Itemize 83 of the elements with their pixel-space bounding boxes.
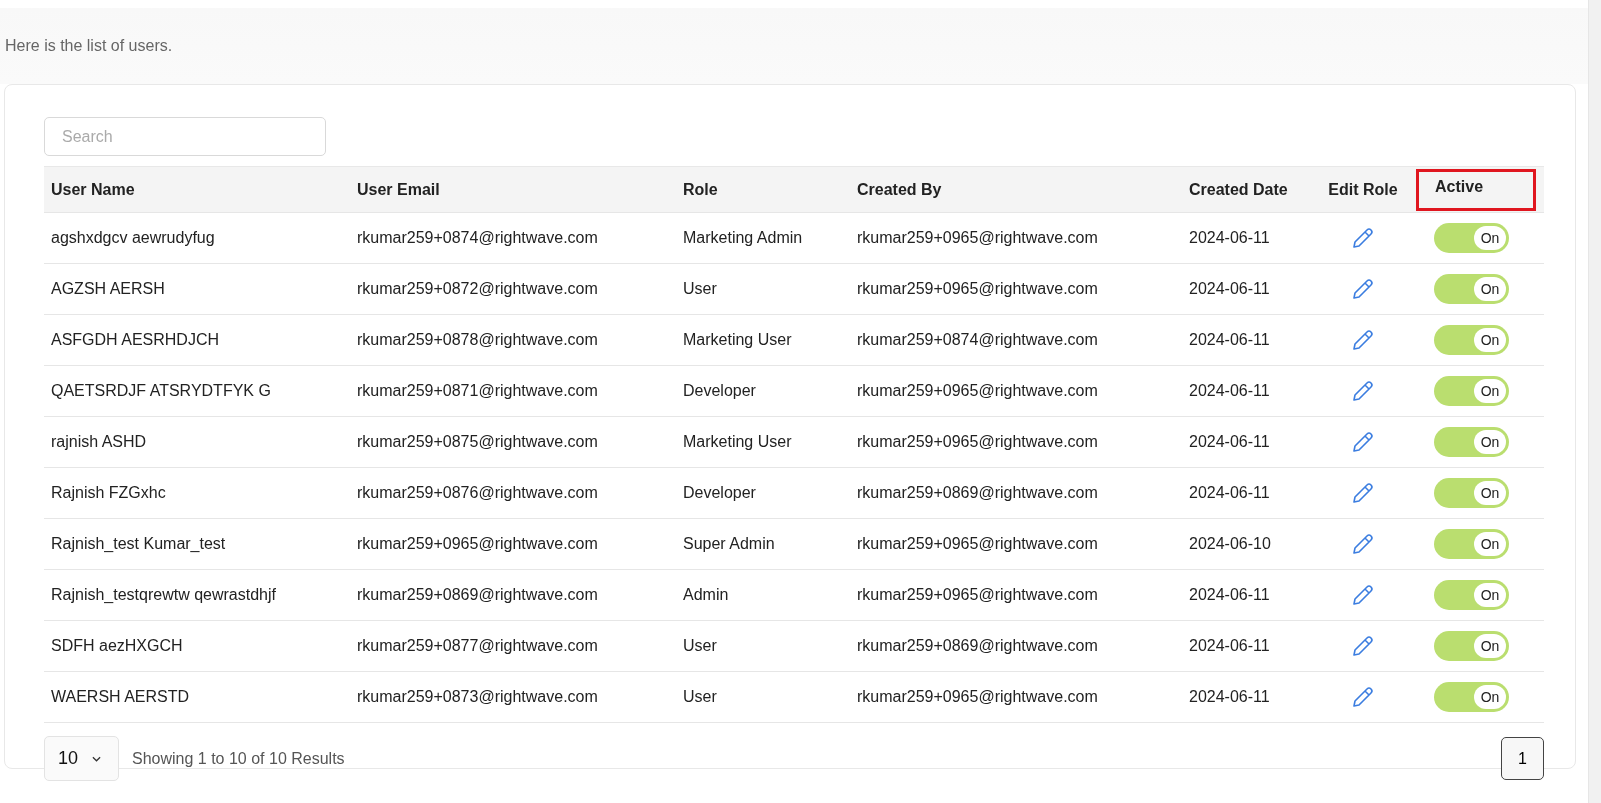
edit-icon[interactable] [1351, 481, 1375, 505]
table-cell: User [676, 263, 850, 315]
edit-icon[interactable] [1351, 634, 1375, 658]
table-cell: rajnish ASHD [44, 416, 350, 468]
active-toggle[interactable]: On [1434, 529, 1509, 559]
active-toggle[interactable]: On [1434, 682, 1509, 712]
column-header: Role [676, 166, 850, 213]
edit-icon[interactable] [1351, 379, 1375, 403]
table-cell: Rajnish_test Kumar_test [44, 518, 350, 570]
table-cell: 2024-06-11 [1182, 569, 1320, 621]
table-cell: rkumar259+0869@rightwave.com [850, 467, 1182, 519]
table-cell: Marketing Admin [676, 212, 850, 264]
column-header: User Email [350, 166, 676, 213]
column-header: User Name [44, 166, 350, 213]
intro-text: Here is the list of users. [5, 37, 173, 55]
table-cell: rkumar259+0874@rightwave.com [350, 212, 676, 264]
table-cell: 2024-06-11 [1182, 263, 1320, 315]
page-size-select[interactable]: 10 [44, 736, 119, 781]
table-cell: Developer [676, 467, 850, 519]
table-cell: rkumar259+0876@rightwave.com [350, 467, 676, 519]
edit-icon[interactable] [1351, 277, 1375, 301]
table-cell: User [676, 671, 850, 723]
table-cell: 2024-06-11 [1182, 467, 1320, 519]
table-cell: Rajnish FZGxhc [44, 467, 350, 519]
table-cell: agshxdgcv aewrudyfug [44, 212, 350, 264]
table-cell: AGZSH AERSH [44, 263, 350, 315]
table-cell: rkumar259+0869@rightwave.com [350, 569, 676, 621]
column-header: Created By [850, 166, 1182, 213]
edit-icon[interactable] [1351, 583, 1375, 607]
results-summary: Showing 1 to 10 of 10 Results [132, 749, 345, 768]
table-cell: rkumar259+0871@rightwave.com [350, 365, 676, 417]
chevron-down-icon [92, 755, 102, 762]
table-cell: rkumar259+0874@rightwave.com [850, 314, 1182, 366]
table-cell: Developer [676, 365, 850, 417]
table-cell: Marketing User [676, 416, 850, 468]
table-cell: rkumar259+0965@rightwave.com [850, 569, 1182, 621]
page-button[interactable]: 1 [1501, 737, 1544, 780]
active-toggle[interactable]: On [1434, 274, 1509, 304]
column-header: Created Date [1182, 166, 1320, 213]
active-toggle[interactable]: On [1434, 376, 1509, 406]
table-cell: 2024-06-11 [1182, 365, 1320, 417]
edit-icon[interactable] [1351, 328, 1375, 352]
table-cell: rkumar259+0965@rightwave.com [850, 365, 1182, 417]
table-cell: 2024-06-10 [1182, 518, 1320, 570]
table-cell: rkumar259+0965@rightwave.com [850, 263, 1182, 315]
table-cell: rkumar259+0878@rightwave.com [350, 314, 676, 366]
table-cell: User [676, 620, 850, 672]
table-cell: rkumar259+0965@rightwave.com [850, 212, 1182, 264]
active-toggle[interactable]: On [1434, 325, 1509, 355]
active-toggle[interactable]: On [1434, 427, 1509, 457]
search-field[interactable]: Search [44, 117, 326, 156]
scrollbar[interactable] [1588, 0, 1601, 803]
edit-icon[interactable] [1351, 532, 1375, 556]
table-cell: Marketing User [676, 314, 850, 366]
table-cell: 2024-06-11 [1182, 620, 1320, 672]
edit-icon[interactable] [1351, 685, 1375, 709]
active-toggle[interactable]: On [1434, 223, 1509, 253]
table-cell: rkumar259+0965@rightwave.com [350, 518, 676, 570]
table-cell: rkumar259+0875@rightwave.com [350, 416, 676, 468]
table-cell: 2024-06-11 [1182, 314, 1320, 366]
table-cell: 2024-06-11 [1182, 212, 1320, 264]
table-cell: QAETSRDJF ATSRYDTFYK G [44, 365, 350, 417]
table-cell: ASFGDH AESRHDJCH [44, 314, 350, 366]
table-cell: 2024-06-11 [1182, 671, 1320, 723]
active-toggle[interactable]: On [1434, 478, 1509, 508]
table-cell: rkumar259+0965@rightwave.com [850, 518, 1182, 570]
table-cell: rkumar259+0965@rightwave.com [850, 416, 1182, 468]
table-cell: rkumar259+0965@rightwave.com [850, 671, 1182, 723]
table-cell: rkumar259+0872@rightwave.com [350, 263, 676, 315]
table-cell: rkumar259+0869@rightwave.com [850, 620, 1182, 672]
edit-icon[interactable] [1351, 226, 1375, 250]
table-cell: Admin [676, 569, 850, 621]
table-cell: rkumar259+0877@rightwave.com [350, 620, 676, 672]
active-toggle[interactable]: On [1434, 580, 1509, 610]
table-cell: Rajnish_testqrewtw qewrastdhjf [44, 569, 350, 621]
edit-icon[interactable] [1351, 430, 1375, 454]
active-toggle[interactable]: On [1434, 631, 1509, 661]
table-cell: SDFH aezHXGCH [44, 620, 350, 672]
table-cell: rkumar259+0873@rightwave.com [350, 671, 676, 723]
table-cell: WAERSH AERSTD [44, 671, 350, 723]
table-cell: Super Admin [676, 518, 850, 570]
table-cell: 2024-06-11 [1182, 416, 1320, 468]
column-header: Edit Role [1320, 166, 1406, 213]
